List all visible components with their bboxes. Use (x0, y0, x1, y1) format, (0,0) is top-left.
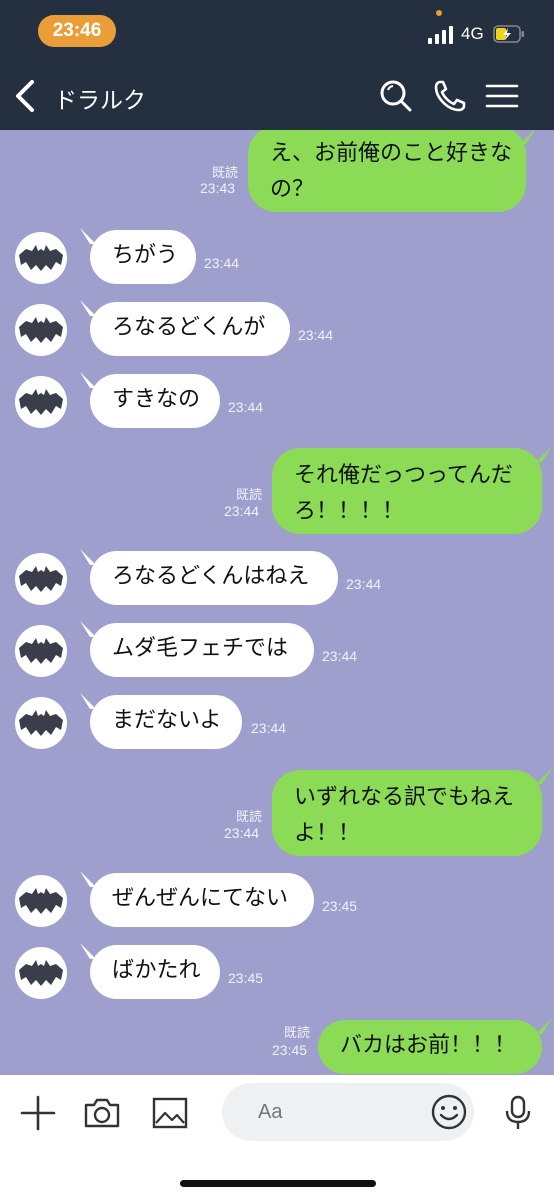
message-field[interactable] (222, 1083, 474, 1141)
message-bubble-outgoing[interactable]: え、お前俺のこと好きな の？ (248, 130, 526, 212)
menu-icon[interactable] (482, 76, 522, 116)
camera-icon[interactable] (82, 1093, 122, 1133)
image-icon[interactable] (150, 1093, 190, 1133)
avatar[interactable] (15, 553, 67, 605)
privacy-indicator-dot (436, 10, 442, 16)
message-time: 23:44 (322, 648, 358, 664)
message-bubble-outgoing[interactable]: それ俺だっつってんだ ろ！！！！ (272, 448, 542, 534)
message-time: 23:44 (251, 720, 287, 736)
bat-icon (19, 317, 63, 343)
search-icon[interactable] (376, 76, 416, 116)
message-line: いずれなる訳でもねえ (294, 785, 515, 810)
message-bubble-outgoing[interactable]: いずれなる訳でもねえ よ！！ (272, 770, 542, 856)
bat-icon (19, 566, 63, 592)
bubble-tail (536, 1018, 552, 1034)
home-indicator[interactable] (180, 1180, 376, 1187)
bat-icon (19, 960, 63, 986)
message-bubble-incoming[interactable]: ぜんぜんにてない (90, 873, 314, 927)
chevron-left-icon[interactable] (8, 76, 44, 116)
read-receipt: 既読 (284, 1026, 311, 1041)
status-bar: 23:46 4G (0, 0, 554, 60)
message-bubble-incoming[interactable]: まだないよ (90, 695, 242, 749)
message-time: 23:45 (228, 970, 264, 986)
microphone-icon[interactable] (498, 1093, 538, 1133)
avatar[interactable] (15, 947, 67, 999)
message-line: よ！！ (294, 821, 361, 846)
message-time: 23:44 (224, 503, 260, 519)
message-bubble-incoming[interactable]: ろなるどくんはねえ (90, 551, 338, 605)
bat-icon (19, 638, 63, 664)
chat-messages[interactable]: 既読 23:43 え、お前俺のこと好きな の？ ちがう 23:44 ろなるどくん… (0, 130, 554, 1075)
message-time: 23:45 (272, 1042, 308, 1058)
phone-icon[interactable] (430, 76, 470, 116)
read-receipt: 既読 (212, 166, 239, 181)
message-line: バカはお前！！！ (340, 1033, 517, 1058)
message-bubble-incoming[interactable]: すきなの (90, 374, 220, 428)
plus-icon[interactable] (18, 1093, 58, 1133)
avatar[interactable] (15, 232, 67, 284)
bubble-tail (536, 446, 552, 462)
message-time: 23:44 (204, 255, 240, 271)
battery-icon (493, 25, 524, 43)
status-time: 23:46 (38, 15, 116, 47)
network-type: 4G (461, 24, 484, 43)
message-line: え、お前俺のこと好きな (270, 141, 513, 166)
bat-icon (19, 888, 63, 914)
avatar[interactable] (15, 304, 67, 356)
message-time: 23:44 (346, 576, 382, 592)
chat-title[interactable]: ドラルク (54, 81, 146, 115)
message-bubble-incoming[interactable]: ろなるどくんが (90, 302, 290, 356)
message-line: それ俺だっつってんだ (294, 463, 513, 488)
signal-icon (428, 26, 453, 44)
message-time: 23:44 (228, 399, 264, 415)
message-line: ろ！！！！ (294, 499, 405, 524)
bubble-tail (536, 768, 552, 784)
bubble-tail (520, 130, 535, 144)
message-time: 23:43 (200, 180, 236, 196)
avatar[interactable] (15, 376, 67, 428)
message-line: の？ (270, 177, 315, 202)
bat-icon (19, 245, 63, 271)
read-receipt: 既読 (236, 488, 263, 503)
message-time: 23:45 (322, 898, 358, 914)
message-input[interactable] (258, 1097, 418, 1127)
message-bubble-incoming[interactable]: ムダ毛フェチでは (90, 623, 314, 677)
avatar[interactable] (15, 875, 67, 927)
message-time: 23:44 (298, 327, 334, 343)
message-bubble-outgoing[interactable]: バカはお前！！！ (318, 1020, 542, 1074)
emoji-icon[interactable] (430, 1093, 468, 1131)
message-bubble-incoming[interactable]: ばかたれ (90, 945, 220, 999)
chat-header: ドラルク (0, 60, 554, 130)
bat-icon (19, 710, 63, 736)
read-receipt: 既読 (236, 810, 263, 825)
avatar[interactable] (15, 625, 67, 677)
message-time: 23:44 (224, 825, 260, 841)
avatar[interactable] (15, 697, 67, 749)
message-bubble-incoming[interactable]: ちがう (90, 230, 196, 284)
bat-icon (19, 389, 63, 415)
